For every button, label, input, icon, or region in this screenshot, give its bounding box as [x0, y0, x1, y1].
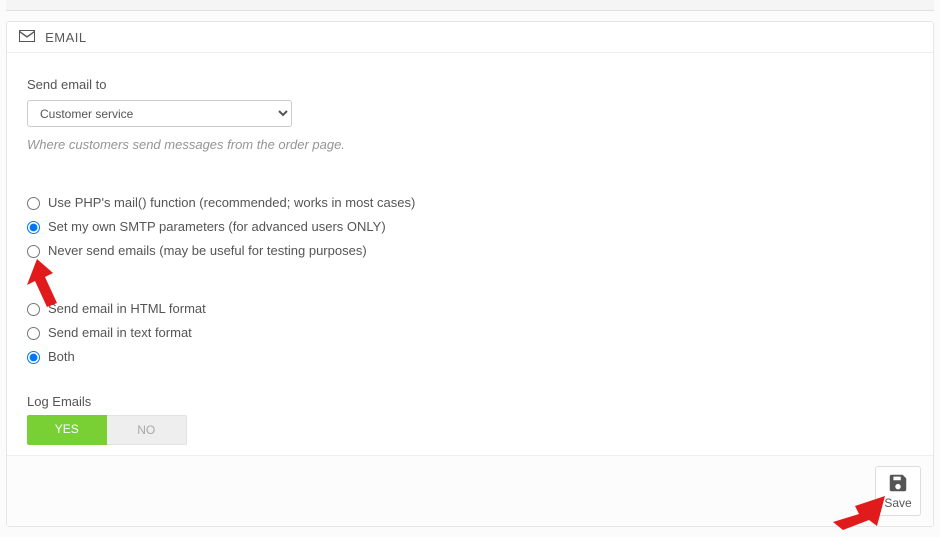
save-button-label: Save: [884, 496, 911, 510]
panel-title: EMAIL: [45, 30, 87, 45]
toggle-yes[interactable]: YES: [27, 415, 107, 445]
mail-format-row: Send email in HTML format: [27, 300, 913, 318]
save-icon: [887, 472, 909, 494]
mail-format-label[interactable]: Send email in text format: [48, 324, 192, 342]
mail-method-label[interactable]: Use PHP's mail() function (recommended; …: [48, 194, 415, 212]
mail-method-row: Use PHP's mail() function (recommended; …: [27, 194, 913, 212]
envelope-icon: [19, 30, 35, 45]
mail-method-row: Set my own SMTP parameters (for advanced…: [27, 218, 913, 236]
mail-method-group: Use PHP's mail() function (recommended; …: [27, 194, 913, 260]
log-emails-label: Log Emails: [27, 394, 913, 409]
email-panel: EMAIL Send email to Customer service Whe…: [6, 21, 934, 527]
top-bar: [6, 0, 934, 11]
mail-format-radio[interactable]: [27, 303, 40, 316]
send-email-to-select-wrap: Customer service: [27, 100, 913, 127]
panel-footer: Save: [7, 455, 933, 526]
mail-method-radio[interactable]: [27, 245, 40, 258]
mail-method-radio[interactable]: [27, 197, 40, 210]
mail-format-radio[interactable]: [27, 351, 40, 364]
mail-method-label[interactable]: Set my own SMTP parameters (for advanced…: [48, 218, 386, 236]
mail-method-row: Never send emails (may be useful for tes…: [27, 242, 913, 260]
mail-format-radio[interactable]: [27, 327, 40, 340]
panel-body: Send email to Customer service Where cus…: [7, 53, 933, 455]
mail-method-radio[interactable]: [27, 221, 40, 234]
mail-format-label[interactable]: Both: [48, 348, 75, 366]
mail-format-row: Send email in text format: [27, 324, 913, 342]
send-email-to-label: Send email to: [27, 77, 913, 92]
mail-format-row: Both: [27, 348, 913, 366]
send-email-to-help: Where customers send messages from the o…: [27, 137, 913, 152]
toggle-no[interactable]: NO: [107, 415, 188, 445]
mail-format-label[interactable]: Send email in HTML format: [48, 300, 206, 318]
log-emails-toggle[interactable]: YES NO: [27, 415, 187, 445]
send-email-to-select[interactable]: Customer service: [27, 100, 292, 127]
panel-header: EMAIL: [7, 22, 933, 53]
save-button[interactable]: Save: [875, 466, 921, 516]
mail-method-label[interactable]: Never send emails (may be useful for tes…: [48, 242, 367, 260]
mail-format-group: Send email in HTML format Send email in t…: [27, 300, 913, 366]
